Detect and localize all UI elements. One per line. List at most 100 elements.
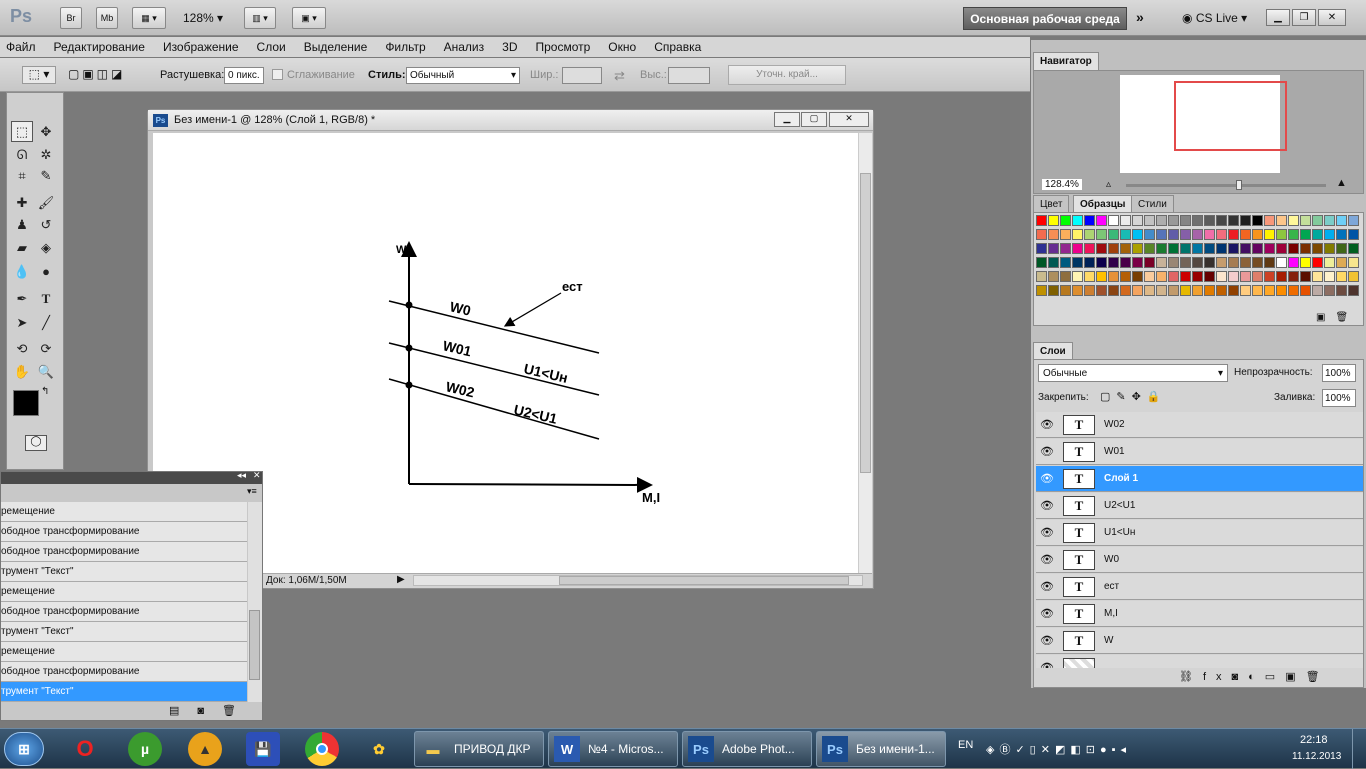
- tab-layers[interactable]: Слои: [1033, 342, 1073, 360]
- doc-maximize-button[interactable]: ▢: [801, 112, 827, 127]
- 3d-rotate-tool-icon[interactable]: ⟲: [11, 338, 33, 359]
- color-swatch[interactable]: [1168, 271, 1179, 282]
- color-swatch[interactable]: [1180, 215, 1191, 226]
- history-item[interactable]: ободное трансформирование: [1, 662, 247, 682]
- color-swatch[interactable]: [1156, 285, 1167, 296]
- feather-input[interactable]: 0 пикс.: [224, 67, 264, 84]
- color-swatch[interactable]: [1048, 271, 1059, 282]
- color-swatch[interactable]: [1264, 215, 1275, 226]
- workspace-switcher[interactable]: Основная рабочая среда: [963, 7, 1127, 30]
- visibility-eye-icon[interactable]: 👁: [1040, 445, 1054, 458]
- color-swatch[interactable]: [1060, 243, 1071, 254]
- bridge-button[interactable]: Br: [60, 7, 82, 29]
- 3d-orbit-tool-icon[interactable]: ⟳: [35, 338, 57, 359]
- color-swatch[interactable]: [1120, 271, 1131, 282]
- color-swatch[interactable]: [1324, 243, 1335, 254]
- color-swatch[interactable]: [1096, 243, 1107, 254]
- color-swatch[interactable]: [1132, 257, 1143, 268]
- collapse-panel-icon[interactable]: ◂◂: [237, 470, 246, 481]
- color-swatch[interactable]: [1216, 215, 1227, 226]
- color-swatch[interactable]: [1084, 285, 1095, 296]
- color-swatch[interactable]: [1264, 285, 1275, 296]
- color-swatch[interactable]: [1120, 257, 1131, 268]
- color-swatch[interactable]: [1276, 257, 1287, 268]
- menu-analysis[interactable]: Анализ: [444, 40, 485, 54]
- layer-row[interactable]: 👁 T W0: [1036, 547, 1363, 573]
- color-swatch[interactable]: [1288, 271, 1299, 282]
- visibility-eye-icon[interactable]: 👁: [1040, 607, 1054, 620]
- chrome-icon[interactable]: [305, 732, 339, 766]
- visibility-eye-icon[interactable]: 👁: [1040, 580, 1054, 593]
- color-swatch[interactable]: [1180, 243, 1191, 254]
- layer-row-partial[interactable]: 👁: [1036, 655, 1363, 668]
- color-swatch[interactable]: [1132, 285, 1143, 296]
- color-swatch[interactable]: [1072, 215, 1083, 226]
- swatches-bottom-buttons[interactable]: ▣🗑: [1316, 312, 1358, 323]
- refine-edge-button[interactable]: Уточн. край...: [728, 65, 846, 85]
- color-swatch[interactable]: [1324, 285, 1335, 296]
- color-swatch[interactable]: [1252, 243, 1263, 254]
- color-swatch[interactable]: [1096, 285, 1107, 296]
- color-swatch[interactable]: [1036, 257, 1047, 268]
- color-swatch[interactable]: [1072, 229, 1083, 240]
- menu-file[interactable]: Файл: [6, 40, 36, 54]
- color-swatch[interactable]: [1168, 285, 1179, 296]
- color-swatch[interactable]: [1300, 285, 1311, 296]
- color-swatch[interactable]: [1120, 243, 1131, 254]
- color-swatch[interactable]: [1336, 285, 1347, 296]
- history-item[interactable]: ремещение: [1, 502, 247, 522]
- aimp-icon[interactable]: ▲: [188, 732, 222, 766]
- swatch-grid[interactable]: [1036, 215, 1359, 311]
- color-swatch[interactable]: [1180, 257, 1191, 268]
- history-bottom-buttons[interactable]: ▤◙🗑: [169, 704, 254, 717]
- document-horizontal-scrollbar[interactable]: [413, 575, 863, 586]
- color-swatch[interactable]: [1048, 257, 1059, 268]
- color-swatch[interactable]: [1060, 257, 1071, 268]
- color-swatch[interactable]: [1156, 215, 1167, 226]
- color-swatch[interactable]: [1252, 271, 1263, 282]
- eraser-tool-icon[interactable]: ▰: [11, 237, 33, 258]
- color-swatch[interactable]: [1084, 257, 1095, 268]
- menu-view[interactable]: Просмотр: [535, 40, 590, 54]
- history-brush-tool-icon[interactable]: ↺: [35, 214, 57, 235]
- color-swatch[interactable]: [1156, 271, 1167, 282]
- color-swatch[interactable]: [1252, 285, 1263, 296]
- color-swatch[interactable]: [1060, 215, 1071, 226]
- line-tool-icon[interactable]: ╱: [35, 312, 57, 333]
- menu-select[interactable]: Выделение: [304, 40, 368, 54]
- color-swatch[interactable]: [1096, 271, 1107, 282]
- visibility-eye-icon[interactable]: 👁: [1040, 418, 1054, 431]
- color-swatch[interactable]: [1240, 229, 1251, 240]
- visibility-eye-icon[interactable]: 👁: [1040, 661, 1054, 668]
- color-swatch[interactable]: [1240, 271, 1251, 282]
- task-privod-dkr[interactable]: ▬ ПРИВОД ДКР: [414, 731, 544, 767]
- color-swatch[interactable]: [1324, 215, 1335, 226]
- color-swatch[interactable]: [1096, 257, 1107, 268]
- layer-row[interactable]: 👁 T M,I: [1036, 601, 1363, 627]
- system-tray-icons[interactable]: ◈Ⓑ✓▯✕◩◧⊡●▪◂: [986, 741, 1131, 757]
- color-swatch[interactable]: [1252, 229, 1263, 240]
- color-swatch[interactable]: [1288, 243, 1299, 254]
- opacity-input[interactable]: 100%: [1322, 364, 1356, 382]
- color-swatch[interactable]: [1324, 257, 1335, 268]
- clock-time[interactable]: 22:18: [1300, 734, 1328, 746]
- close-window-button[interactable]: ✕: [1318, 9, 1346, 26]
- layers-bottom-buttons[interactable]: ⛓fx◙◐▭▣🗑: [1179, 670, 1330, 683]
- visibility-eye-icon[interactable]: 👁: [1040, 526, 1054, 539]
- color-swatch[interactable]: [1336, 243, 1347, 254]
- color-swatch[interactable]: [1108, 271, 1119, 282]
- close-panel-icon[interactable]: ✕: [253, 470, 261, 481]
- restore-window-button[interactable]: ❐: [1292, 9, 1316, 26]
- color-swatch[interactable]: [1084, 271, 1095, 282]
- color-swatch[interactable]: [1336, 271, 1347, 282]
- history-item[interactable]: ремещение: [1, 642, 247, 662]
- color-swatch[interactable]: [1300, 215, 1311, 226]
- color-swatch[interactable]: [1264, 271, 1275, 282]
- color-swatch[interactable]: [1156, 229, 1167, 240]
- color-swatch[interactable]: [1120, 285, 1131, 296]
- color-swatch[interactable]: [1048, 215, 1059, 226]
- quick-mask-icon[interactable]: ◯: [25, 435, 47, 451]
- swap-dimensions-icon[interactable]: ⇄: [614, 68, 625, 84]
- color-swatch[interactable]: [1348, 257, 1359, 268]
- color-swatch[interactable]: [1204, 229, 1215, 240]
